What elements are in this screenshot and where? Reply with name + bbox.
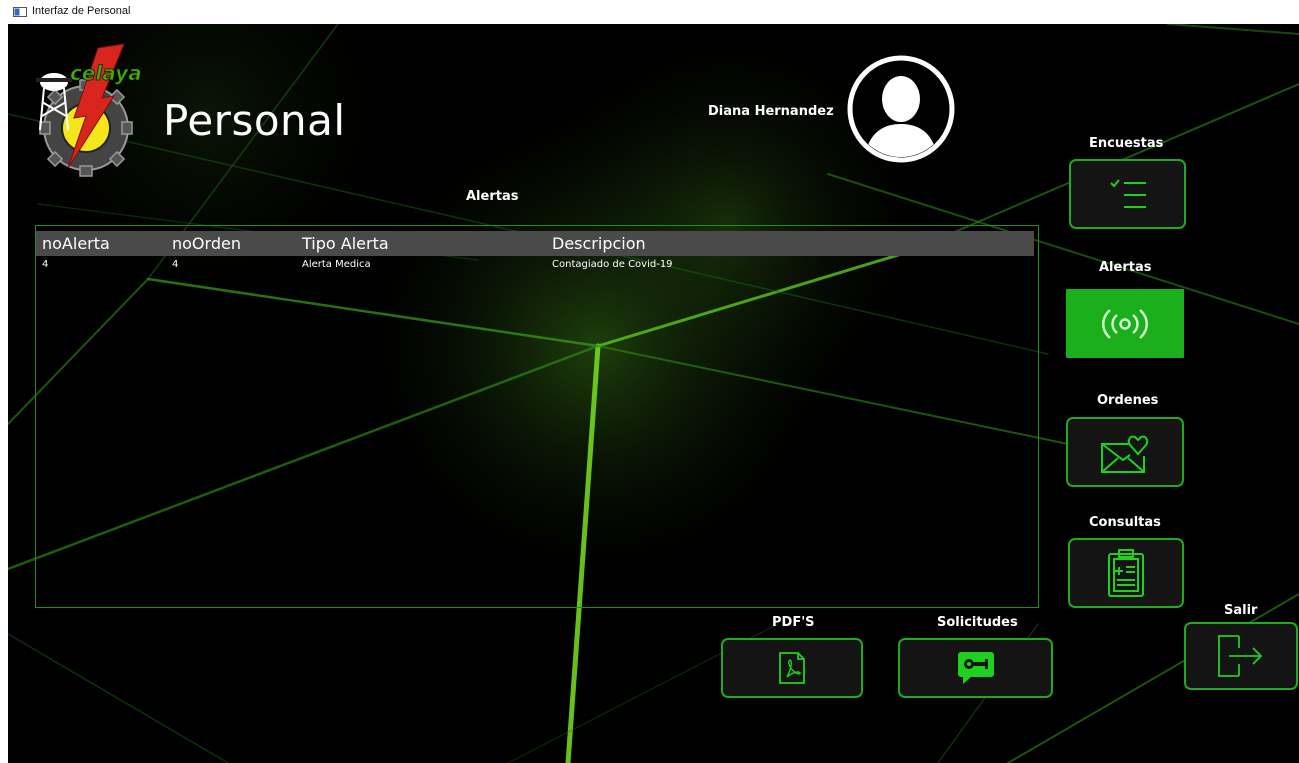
pdf-file-icon	[779, 652, 805, 684]
table-header: noAlerta noOrden Tipo Alerta Descripcion	[36, 231, 1034, 256]
app-canvas: celaya Personal Diana Hernandez Alertas …	[8, 24, 1299, 763]
consultas-button[interactable]	[1068, 538, 1184, 608]
avatar	[847, 55, 955, 163]
pdfs-label: PDF'S	[772, 615, 815, 630]
broadcast-icon	[1102, 308, 1148, 339]
alertas-button[interactable]	[1066, 289, 1184, 358]
chat-wrench-icon	[957, 652, 994, 684]
cell-noorden: 4	[172, 259, 179, 270]
column-header-tipo-alerta[interactable]: Tipo Alerta	[302, 234, 389, 253]
app-window-icon	[13, 7, 27, 17]
exit-icon	[1218, 635, 1263, 677]
salir-button[interactable]	[1184, 622, 1298, 690]
ordenes-button[interactable]	[1066, 417, 1184, 487]
alertas-label: Alertas	[1099, 260, 1152, 275]
window-title: Interfaz de Personal	[32, 5, 131, 17]
cell-tipo-alerta: Alerta Medica	[302, 259, 371, 270]
envelope-heart-icon	[1101, 435, 1149, 473]
clipboard-icon	[1108, 549, 1144, 597]
checklist-icon	[1109, 179, 1146, 208]
consultas-label: Consultas	[1089, 515, 1161, 530]
solicitudes-button[interactable]	[898, 638, 1053, 698]
ordenes-label: Ordenes	[1097, 393, 1159, 408]
page-title: Personal	[163, 96, 346, 145]
window-titlebar: Interfaz de Personal	[0, 0, 1299, 24]
solicitudes-label: Solicitudes	[937, 615, 1018, 630]
cell-descripcion: Contagiado de Covid-19	[552, 259, 673, 270]
alerts-table: noAlerta noOrden Tipo Alerta Descripcion…	[35, 225, 1039, 608]
salir-label: Salir	[1224, 603, 1258, 618]
encuestas-label: Encuestas	[1089, 136, 1164, 151]
logo-text: celaya	[70, 61, 142, 85]
user-name: Diana Hernandez	[708, 104, 834, 119]
column-header-descripcion[interactable]: Descripcion	[552, 234, 646, 253]
pdfs-button[interactable]	[721, 638, 863, 698]
cell-noalerta: 4	[42, 259, 49, 270]
section-title: Alertas	[466, 189, 519, 204]
column-header-noorden[interactable]: noOrden	[172, 234, 241, 253]
encuestas-button[interactable]	[1069, 159, 1186, 229]
column-header-noalerta[interactable]: noAlerta	[42, 234, 110, 253]
celaya-logo: celaya	[36, 43, 142, 177]
